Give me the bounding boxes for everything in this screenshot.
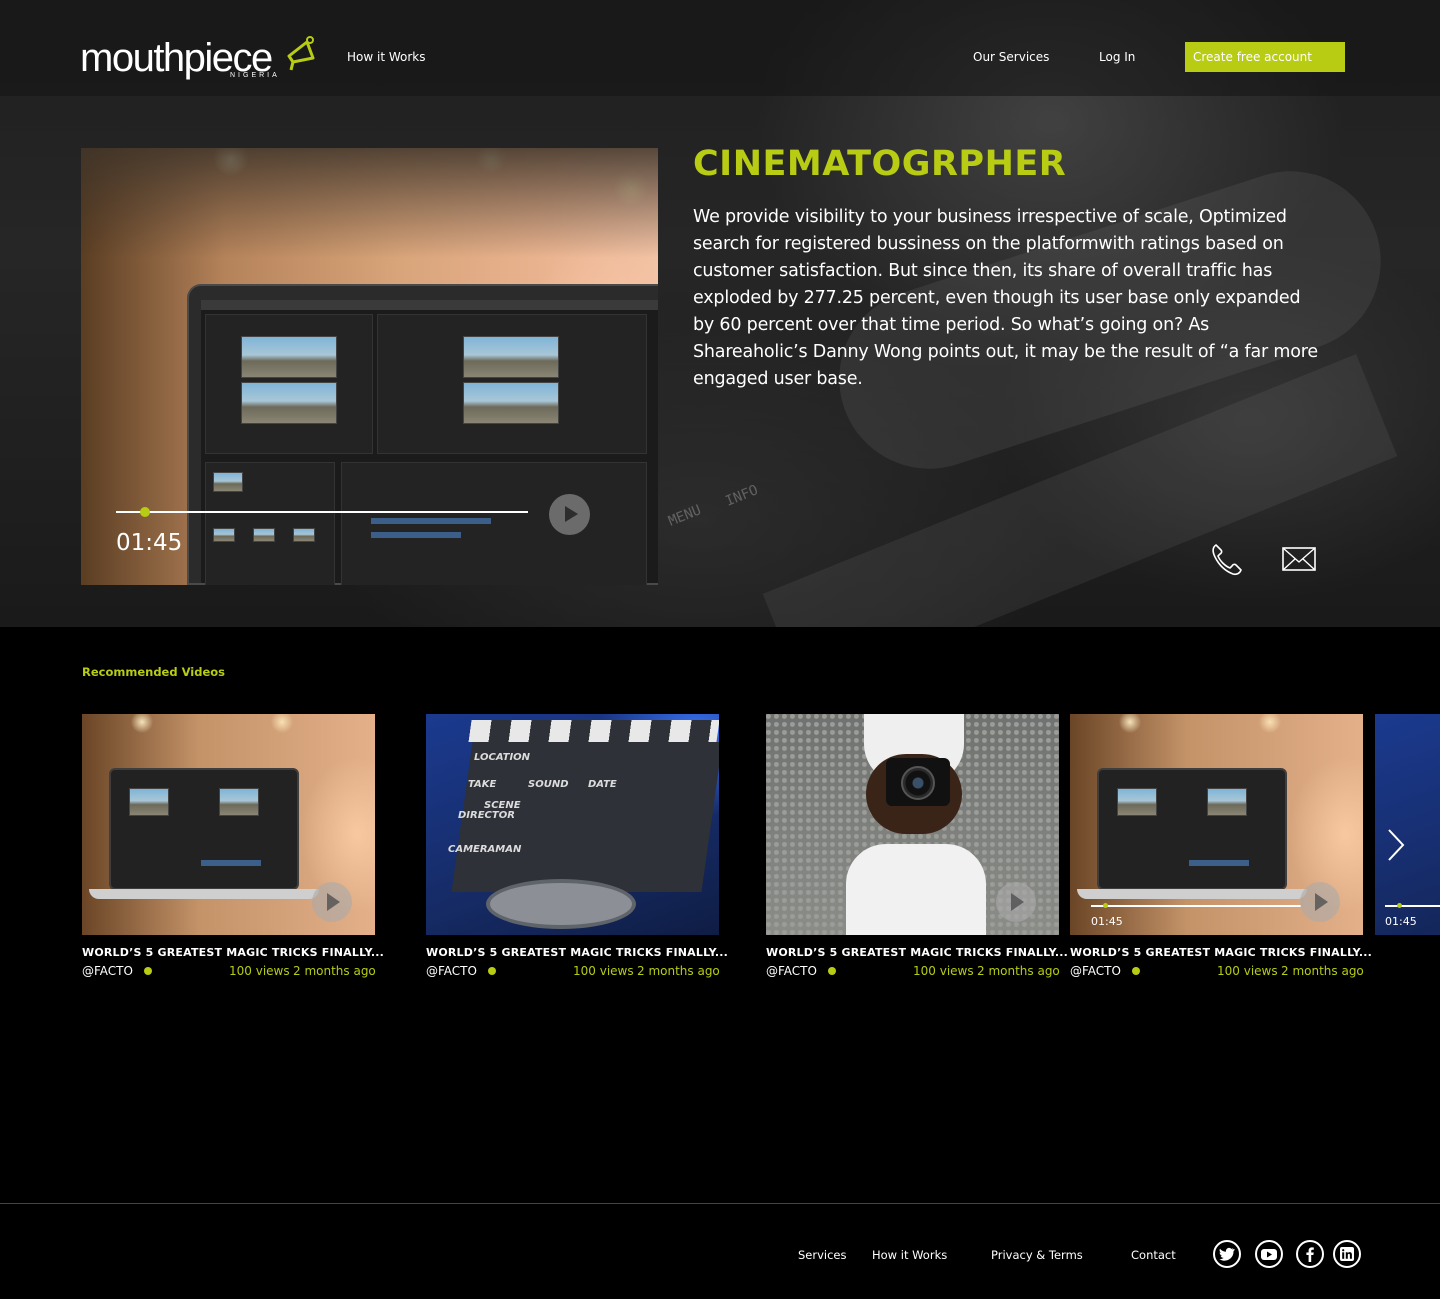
phone-icon[interactable] [1210,542,1244,576]
video-card[interactable]: WORLD’S 5 GREATEST MAGIC TRICKS FINALLY.… [82,714,384,984]
channel-name[interactable]: @FACTO [1070,964,1121,978]
footer-link-privacy-terms[interactable]: Privacy & Terms [991,1248,1083,1262]
play-icon[interactable] [312,882,352,922]
video-card[interactable]: 01:45 WORLD’S 5 GREATEST MAGIC TRICKS FI… [1070,714,1372,984]
view-count: 100 views [1217,964,1278,978]
player-backdrop [81,148,658,258]
channel-name[interactable]: @FACTO [766,964,817,978]
linkedin-icon[interactable] [1333,1240,1361,1268]
video-thumbnail[interactable] [82,714,375,935]
play-icon[interactable] [1300,882,1340,922]
upload-date: 2 months ago [977,964,1060,978]
nav-our-services[interactable]: Our Services [973,50,1049,64]
verified-icon [144,967,152,975]
progress-track[interactable] [116,511,528,513]
facebook-icon[interactable] [1296,1240,1324,1268]
video-title[interactable]: WORLD’S 5 GREATEST MAGIC TRICKS FINALLY.… [82,946,384,959]
chevron-right-icon [1388,829,1405,861]
video-title[interactable]: WORLD’S 5 GREATEST MAGIC TRICKS FINALLY.… [1070,946,1372,959]
logo[interactable]: mouthpiece NIGERIA [80,34,320,84]
twitter-icon[interactable] [1213,1240,1241,1268]
video-time: 01:45 [1091,915,1123,928]
play-icon[interactable] [549,494,590,535]
verified-icon [1132,967,1140,975]
create-account-button[interactable]: Create free account [1185,42,1345,72]
video-time: 01:45 [1385,915,1417,928]
progress-track[interactable] [1091,905,1301,907]
footer-divider [0,1203,1440,1204]
hero-section: MENU INFO mouthpiece NIGERIA How it Work… [0,0,1440,627]
progress-track[interactable] [1385,905,1440,907]
footer-link-contact[interactable]: Contact [1131,1248,1176,1262]
mail-icon[interactable] [1282,542,1316,576]
video-title[interactable]: WORLD’S 5 GREATEST MAGIC TRICKS FINALLY.… [766,946,1068,959]
video-thumbnail[interactable]: 01:45 [1070,714,1363,935]
video-thumbnail[interactable]: 01:45 [1375,714,1440,935]
video-player[interactable]: 01:45 [81,148,658,585]
view-count: 100 views [913,964,974,978]
video-frame-laptop [187,284,658,585]
nav-how-it-works[interactable]: How it Works [347,50,426,64]
upload-date: 2 months ago [293,964,376,978]
play-icon[interactable] [996,882,1036,922]
verified-icon [488,967,496,975]
channel-name[interactable]: @FACTO [82,964,133,978]
upload-date: 2 months ago [1281,964,1364,978]
background-label: MENU [666,502,704,530]
channel-name[interactable]: @FACTO [426,964,477,978]
progress-handle[interactable] [1397,903,1402,908]
video-card-partial[interactable]: 01:45 [1375,714,1440,935]
carousel-next-button[interactable] [1385,828,1407,862]
video-thumbnail[interactable]: LOCATION TAKE SOUND DATE SCENE DIRECTOR … [426,714,719,935]
section-title: Recommended Videos [82,665,226,679]
view-count: 100 views [229,964,290,978]
hero-description: We provide visibility to your business i… [693,207,1318,389]
video-title[interactable]: WORLD’S 5 GREATEST MAGIC TRICKS FINALLY.… [426,946,728,959]
view-count: 100 views [573,964,634,978]
footer-link-services[interactable]: Services [798,1248,847,1262]
video-thumbnail[interactable] [766,714,1059,935]
video-card[interactable]: WORLD’S 5 GREATEST MAGIC TRICKS FINALLY.… [766,714,1068,984]
logo-subtitle: NIGERIA [230,72,280,79]
progress-handle[interactable] [140,507,150,517]
nav-login[interactable]: Log In [1099,50,1135,64]
page-title: CINEMATOGRPHER [693,144,1067,184]
video-card[interactable]: LOCATION TAKE SOUND DATE SCENE DIRECTOR … [426,714,728,984]
upload-date: 2 months ago [637,964,720,978]
video-time: 01:45 [116,530,183,556]
background-label: INFO [723,482,761,510]
footer-link-how-it-works[interactable]: How it Works [872,1248,947,1262]
youtube-icon[interactable] [1255,1240,1283,1268]
megaphone-icon [287,36,315,71]
verified-icon [828,967,836,975]
progress-handle[interactable] [1103,903,1108,908]
